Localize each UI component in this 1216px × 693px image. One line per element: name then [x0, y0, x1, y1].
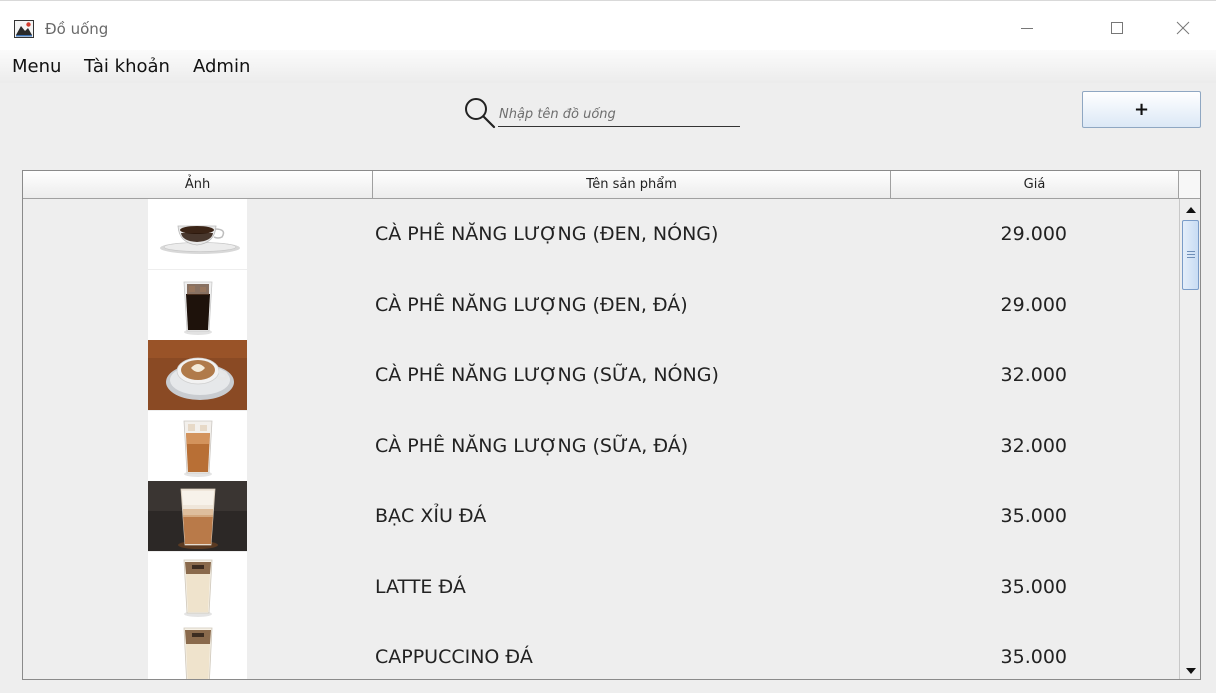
- product-image-cappuccino: [148, 622, 247, 679]
- arrow-up-icon: [1185, 206, 1196, 213]
- scroll-down-button[interactable]: [1182, 662, 1199, 679]
- table-row[interactable]: LATTE ĐÁ 35.000: [23, 551, 1179, 623]
- search-input[interactable]: [498, 103, 740, 127]
- table-body: CÀ PHÊ NĂNG LƯỢNG (ĐEN, NÓNG) 29.000 CÀ …: [23, 199, 1179, 679]
- vertical-scrollbar[interactable]: [1179, 199, 1200, 679]
- column-header-name[interactable]: Tên sản phẩm: [373, 171, 891, 199]
- product-price: 35.000: [1000, 505, 1067, 527]
- product-image-hot-milk-coffee: [148, 340, 247, 410]
- product-name: BẠC XỈU ĐÁ: [375, 505, 487, 527]
- menubar: Menu Tài khoản Admin: [0, 50, 1216, 83]
- column-header-price[interactable]: Giá: [891, 171, 1179, 199]
- column-header-image[interactable]: Ảnh: [23, 171, 373, 199]
- search-bar: [463, 93, 743, 129]
- table-header-corner: [1179, 171, 1200, 199]
- product-price: 35.000: [1000, 575, 1067, 598]
- add-drink-button[interactable]: +: [1082, 91, 1201, 128]
- product-name: CÀ PHÊ NĂNG LƯỢNG (ĐEN, ĐÁ): [375, 293, 688, 316]
- product-price: 32.000: [1000, 364, 1067, 386]
- drinks-table: Ảnh Tên sản phẩm Giá CÀ PHÊ NĂNG LƯỢNG (…: [22, 170, 1201, 680]
- arrow-down-icon: [1185, 667, 1196, 674]
- product-name: CÀ PHÊ NĂNG LƯỢNG (ĐEN, NÓNG): [375, 223, 719, 245]
- maximize-button[interactable]: [1094, 11, 1140, 45]
- scrollbar-thumb[interactable]: [1182, 220, 1199, 290]
- product-price: 35.000: [1000, 646, 1067, 668]
- product-image-hot-black-coffee: [148, 199, 247, 269]
- grip-icon: [1187, 251, 1195, 258]
- menu-item-menu[interactable]: Menu: [12, 55, 61, 79]
- product-name: CAPPUCCINO ĐÁ: [375, 646, 533, 668]
- product-name: CÀ PHÊ NĂNG LƯỢNG (SỮA, ĐÁ): [375, 434, 689, 457]
- table-row[interactable]: CÀ PHÊ NĂNG LƯỢNG (ĐEN, ĐÁ) 29.000: [23, 269, 1179, 341]
- table-row[interactable]: CÀ PHÊ NĂNG LƯỢNG (ĐEN, NÓNG) 29.000: [23, 199, 1179, 270]
- product-name: LATTE ĐÁ: [375, 575, 466, 598]
- minimize-icon: [1021, 28, 1033, 29]
- table-row[interactable]: CÀ PHÊ NĂNG LƯỢNG (SỮA, ĐÁ) 32.000: [23, 410, 1179, 482]
- product-price: 29.000: [1000, 293, 1067, 316]
- table-header: Ảnh Tên sản phẩm Giá: [23, 171, 1179, 199]
- table-row[interactable]: CÀ PHÊ NĂNG LƯỢNG (SỮA, NÓNG) 32.000: [23, 340, 1179, 411]
- product-image-iced-milk-coffee: [148, 410, 247, 481]
- product-price: 32.000: [1000, 434, 1067, 457]
- window-titlebar: Đồ uống: [0, 0, 1216, 50]
- table-row[interactable]: CAPPUCCINO ĐÁ 35.000: [23, 622, 1179, 679]
- scroll-up-button[interactable]: [1182, 201, 1199, 218]
- table-row[interactable]: BẠC XỈU ĐÁ 35.000: [23, 481, 1179, 552]
- maximize-icon: [1111, 22, 1123, 34]
- product-image-bac-xiu: [148, 481, 247, 551]
- product-image-iced-black-coffee: [148, 269, 247, 340]
- menu-item-admin[interactable]: Admin: [193, 55, 250, 79]
- app-icon: [14, 20, 34, 38]
- product-image-latte: [148, 551, 247, 622]
- menu-item-account[interactable]: Tài khoản: [84, 55, 170, 79]
- main-content: + Ảnh Tên sản phẩm Giá CÀ PHÊ NĂNG LƯỢNG: [0, 83, 1216, 693]
- product-name: CÀ PHÊ NĂNG LƯỢNG (SỮA, NÓNG): [375, 364, 719, 386]
- close-button[interactable]: [1160, 11, 1206, 45]
- minimize-button[interactable]: [1004, 11, 1050, 45]
- search-icon: [465, 98, 496, 129]
- window-title: Đồ uống: [45, 20, 109, 38]
- product-price: 29.000: [1000, 223, 1067, 245]
- close-icon: [1176, 21, 1190, 35]
